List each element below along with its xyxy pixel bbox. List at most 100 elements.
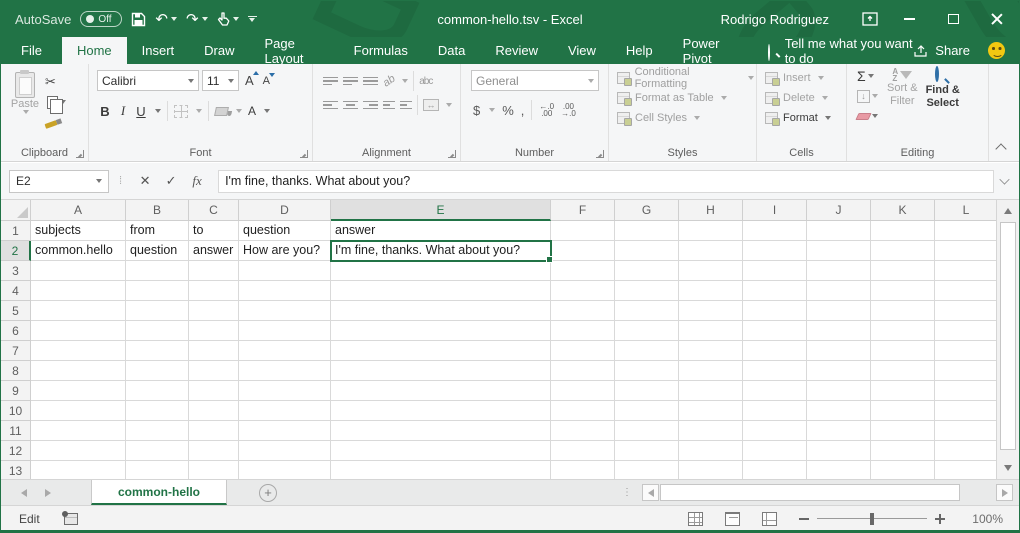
cell-J10[interactable] — [807, 401, 871, 421]
cell-K5[interactable] — [871, 301, 935, 321]
cell-G6[interactable] — [615, 321, 679, 341]
enter-button[interactable]: ✓ — [158, 173, 184, 189]
cell-J3[interactable] — [807, 261, 871, 281]
row-header-1[interactable]: 1 — [1, 221, 31, 241]
font-dialog-launcher[interactable] — [300, 150, 308, 158]
cell-F13[interactable] — [551, 461, 615, 479]
cell-E5[interactable] — [331, 301, 551, 321]
zoom-slider[interactable] — [817, 518, 927, 520]
increase-decimal-button[interactable]: ←.0.00 — [539, 103, 554, 117]
row-header-9[interactable]: 9 — [1, 381, 31, 401]
cell-G7[interactable] — [615, 341, 679, 361]
chevron-down-icon[interactable] — [872, 114, 878, 118]
cell-I4[interactable] — [743, 281, 807, 301]
cell-K1[interactable] — [871, 221, 935, 241]
cell-C8[interactable] — [189, 361, 239, 381]
tab-view[interactable]: View — [553, 37, 611, 64]
increase-font-size-button[interactable]: A — [242, 73, 257, 88]
chevron-down-icon[interactable] — [446, 103, 452, 107]
close-button[interactable] — [975, 1, 1019, 37]
row-header-3[interactable]: 3 — [1, 261, 31, 281]
cell-H5[interactable] — [679, 301, 743, 321]
save-button[interactable] — [131, 1, 146, 37]
page-break-preview-button[interactable] — [762, 512, 777, 526]
column-header-J[interactable]: J — [807, 200, 871, 221]
middle-align-button[interactable] — [343, 77, 358, 86]
cell-D13[interactable] — [239, 461, 331, 479]
row-header-7[interactable]: 7 — [1, 341, 31, 361]
customize-quick-access-toolbar-button[interactable] — [248, 16, 257, 23]
column-header-I[interactable]: I — [743, 200, 807, 221]
insert-cells-button[interactable]: Insert — [765, 69, 844, 86]
cell-styles-button[interactable]: Cell Styles — [617, 109, 754, 126]
scroll-down-button[interactable] — [1000, 460, 1016, 476]
cell-A8[interactable] — [31, 361, 126, 381]
tab-data[interactable]: Data — [423, 37, 480, 64]
bottom-align-button[interactable] — [363, 77, 378, 86]
insert-function-button[interactable]: fx — [184, 173, 210, 189]
tab-insert[interactable]: Insert — [127, 37, 190, 64]
cell-B8[interactable] — [126, 361, 189, 381]
expand-formula-bar-button[interactable] — [999, 174, 1009, 184]
cut-button[interactable]: ✂ — [45, 74, 66, 90]
tab-home[interactable]: Home — [62, 37, 127, 64]
cell-E12[interactable] — [331, 441, 551, 461]
cell-C2[interactable]: answer — [189, 241, 239, 261]
cell-J13[interactable] — [807, 461, 871, 479]
cell-G2[interactable] — [615, 241, 679, 261]
macro-record-icon[interactable] — [64, 513, 78, 525]
zoom-percentage[interactable]: 100% — [967, 512, 1003, 526]
cell-E13[interactable] — [331, 461, 551, 479]
cell-K11[interactable] — [871, 421, 935, 441]
chevron-down-icon[interactable] — [264, 109, 270, 113]
cell-A5[interactable] — [31, 301, 126, 321]
cell-I2[interactable] — [743, 241, 807, 261]
top-align-button[interactable] — [323, 77, 338, 86]
cell-L10[interactable] — [935, 401, 998, 421]
column-header-C[interactable]: C — [189, 200, 239, 221]
cell-I8[interactable] — [743, 361, 807, 381]
cell-C9[interactable] — [189, 381, 239, 401]
cell-I5[interactable] — [743, 301, 807, 321]
fill-button[interactable]: ↓ — [857, 88, 883, 104]
cell-C10[interactable] — [189, 401, 239, 421]
cell-A2[interactable]: common.hello — [31, 241, 126, 261]
cell-H3[interactable] — [679, 261, 743, 281]
font-size-combo[interactable]: 11 — [202, 70, 239, 91]
cell-C4[interactable] — [189, 281, 239, 301]
cell-B12[interactable] — [126, 441, 189, 461]
cell-C12[interactable] — [189, 441, 239, 461]
cell-H7[interactable] — [679, 341, 743, 361]
column-header-K[interactable]: K — [871, 200, 935, 221]
tab-file[interactable]: File — [1, 37, 62, 64]
cell-B10[interactable] — [126, 401, 189, 421]
column-header-L[interactable]: L — [935, 200, 998, 221]
cell-C13[interactable] — [189, 461, 239, 479]
cell-E3[interactable] — [331, 261, 551, 281]
cell-H12[interactable] — [679, 441, 743, 461]
cell-J1[interactable] — [807, 221, 871, 241]
cell-G13[interactable] — [615, 461, 679, 479]
cell-H6[interactable] — [679, 321, 743, 341]
cell-E11[interactable] — [331, 421, 551, 441]
cell-J9[interactable] — [807, 381, 871, 401]
previous-sheet-button[interactable] — [21, 489, 27, 497]
cell-C7[interactable] — [189, 341, 239, 361]
cell-C11[interactable] — [189, 421, 239, 441]
cell-J6[interactable] — [807, 321, 871, 341]
cell-B6[interactable] — [126, 321, 189, 341]
normal-view-button[interactable] — [688, 512, 703, 526]
increase-indent-button[interactable] — [400, 101, 412, 110]
cell-B5[interactable] — [126, 301, 189, 321]
bold-button[interactable]: B — [99, 104, 111, 119]
select-all-button[interactable] — [1, 200, 31, 221]
font-name-combo[interactable]: Calibri — [97, 70, 199, 91]
cell-I7[interactable] — [743, 341, 807, 361]
cell-G11[interactable] — [615, 421, 679, 441]
number-dialog-launcher[interactable] — [596, 150, 604, 158]
chevron-down-icon[interactable] — [872, 94, 878, 98]
cell-G1[interactable] — [615, 221, 679, 241]
row-header-5[interactable]: 5 — [1, 301, 31, 321]
scroll-left-button[interactable] — [642, 484, 659, 501]
decrease-decimal-button[interactable]: .00→.0 — [561, 103, 576, 117]
